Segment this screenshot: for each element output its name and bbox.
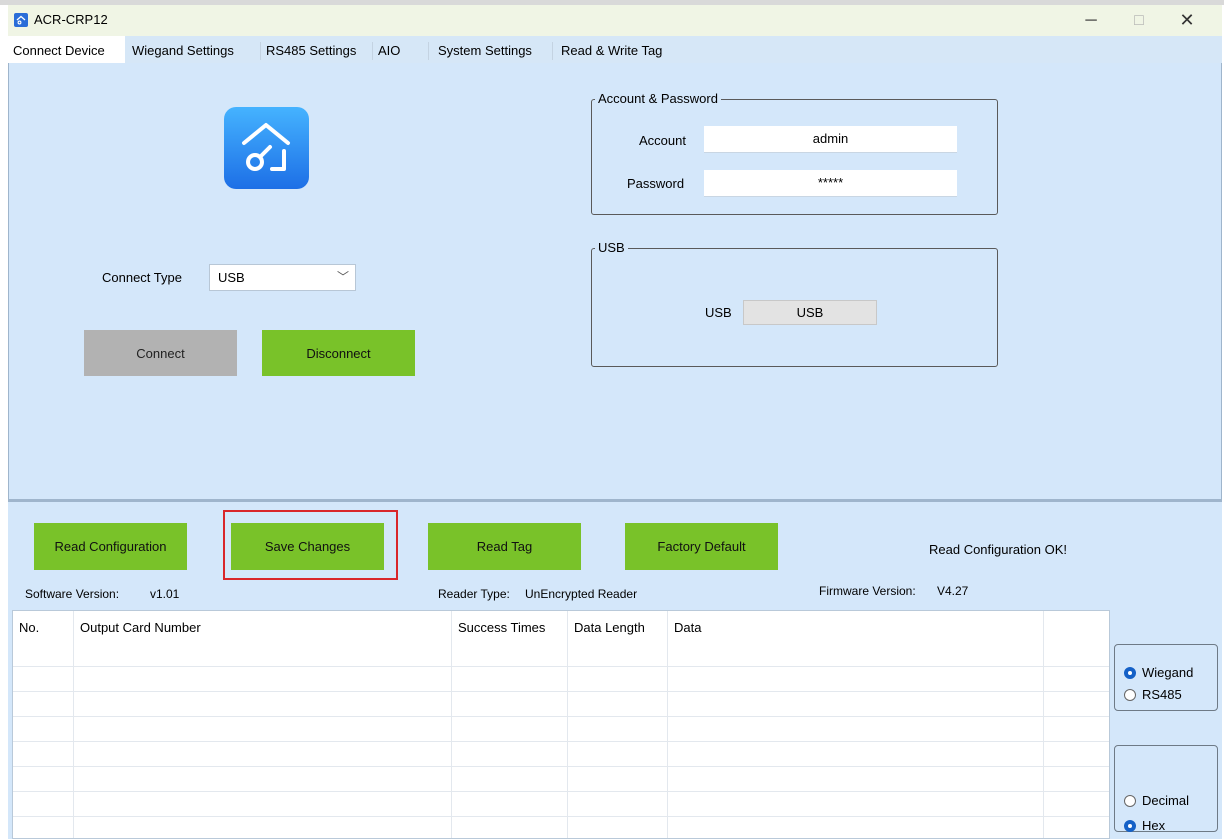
close-button[interactable]: ✕ (1164, 5, 1210, 36)
decimal-radio-label: Decimal (1142, 793, 1189, 808)
tab-rs485-settings[interactable]: RS485 Settings (266, 39, 356, 63)
connect-type-select[interactable]: USB ﹀ (209, 264, 356, 291)
wiegand-radio[interactable]: Wiegand (1124, 665, 1193, 680)
password-field[interactable]: ***** (704, 170, 957, 197)
firmware-version-label: Firmware Version: (819, 584, 916, 598)
tab-read-write-tag[interactable]: Read & Write Tag (561, 39, 662, 63)
column-divider (1043, 611, 1044, 838)
read-tag-button[interactable]: Read Tag (428, 523, 581, 570)
table-row (13, 691, 1109, 692)
app-icon (14, 13, 28, 27)
tab-separator (552, 42, 553, 60)
column-header-data-length[interactable]: Data Length (568, 611, 645, 644)
tab-separator (372, 42, 373, 60)
account-password-group (591, 99, 998, 215)
disconnect-button[interactable]: Disconnect (262, 330, 415, 376)
table-row (13, 791, 1109, 792)
tab-separator (260, 42, 261, 60)
account-label: Account (639, 133, 686, 148)
save-changes-highlight (223, 510, 398, 580)
column-header-output-card-number[interactable]: Output Card Number (74, 611, 201, 644)
factory-default-button[interactable]: Factory Default (625, 523, 778, 570)
column-divider (567, 611, 568, 838)
tab-strip: Connect Device Wiegand Settings RS485 Se… (8, 36, 1222, 63)
usb-group-title: USB (595, 240, 628, 255)
connect-type-value: USB (218, 270, 245, 285)
usb-device-button[interactable]: USB (743, 300, 877, 325)
software-version-value: v1.01 (150, 587, 180, 601)
tab-aio[interactable]: AIO (378, 39, 400, 63)
column-header-data[interactable]: Data (668, 611, 701, 644)
radio-selected-icon (1124, 666, 1136, 679)
card-data-table[interactable]: No. Output Card Number Success Times Dat… (12, 610, 1110, 839)
table-row (13, 741, 1109, 742)
wiegand-radio-label: Wiegand (1142, 665, 1194, 680)
reader-type-value: UnEncrypted Reader (525, 587, 638, 601)
account-field[interactable]: admin (704, 126, 957, 153)
minimize-button[interactable]: ─ (1068, 5, 1114, 36)
tab-separator (428, 42, 429, 60)
firmware-version-value: V4.27 (937, 584, 969, 598)
app-logo (224, 107, 309, 189)
tab-wiegand-settings[interactable]: Wiegand Settings (132, 39, 234, 63)
table-row (13, 766, 1109, 767)
status-message: Read Configuration OK! (929, 542, 1068, 557)
hex-radio-label: Hex (1142, 818, 1166, 833)
format-group: Decimal Hex (1114, 745, 1218, 833)
column-divider (451, 611, 452, 838)
column-divider (667, 611, 668, 838)
rs485-radio[interactable]: RS485 (1124, 687, 1182, 702)
software-version-label: Software Version: (25, 587, 120, 601)
reader-type-label: Reader Type: (438, 587, 510, 601)
radio-unselected-icon (1124, 688, 1136, 701)
decimal-radio[interactable]: Decimal (1124, 793, 1189, 808)
table-row (13, 816, 1109, 817)
maximize-button[interactable]: □ (1116, 5, 1162, 36)
read-configuration-button[interactable]: Read Configuration (34, 523, 187, 570)
tab-system-settings[interactable]: System Settings (438, 39, 532, 63)
title-bar[interactable]: ACR-CRP12 ─ □ ✕ (8, 5, 1222, 36)
usb-label: USB (705, 305, 732, 320)
hex-radio[interactable]: Hex (1124, 818, 1165, 833)
connect-button[interactable]: Connect (84, 330, 237, 376)
account-password-group-title: Account & Password (595, 91, 721, 106)
table-row (13, 716, 1109, 717)
radio-unselected-icon (1124, 794, 1136, 807)
column-header-no[interactable]: No. (13, 611, 39, 644)
protocol-group: Wiegand RS485 (1114, 644, 1218, 711)
connect-type-label: Connect Type (102, 270, 182, 285)
radio-selected-icon (1124, 819, 1136, 832)
window-title: ACR-CRP12 (34, 12, 108, 27)
column-header-success-times[interactable]: Success Times (452, 611, 545, 644)
table-row (13, 666, 1109, 667)
rs485-radio-label: RS485 (1142, 687, 1182, 702)
password-label: Password (627, 176, 685, 191)
tab-connect-device[interactable]: Connect Device (8, 36, 125, 63)
chevron-down-icon: ﹀ (336, 270, 349, 284)
column-divider (73, 611, 74, 838)
